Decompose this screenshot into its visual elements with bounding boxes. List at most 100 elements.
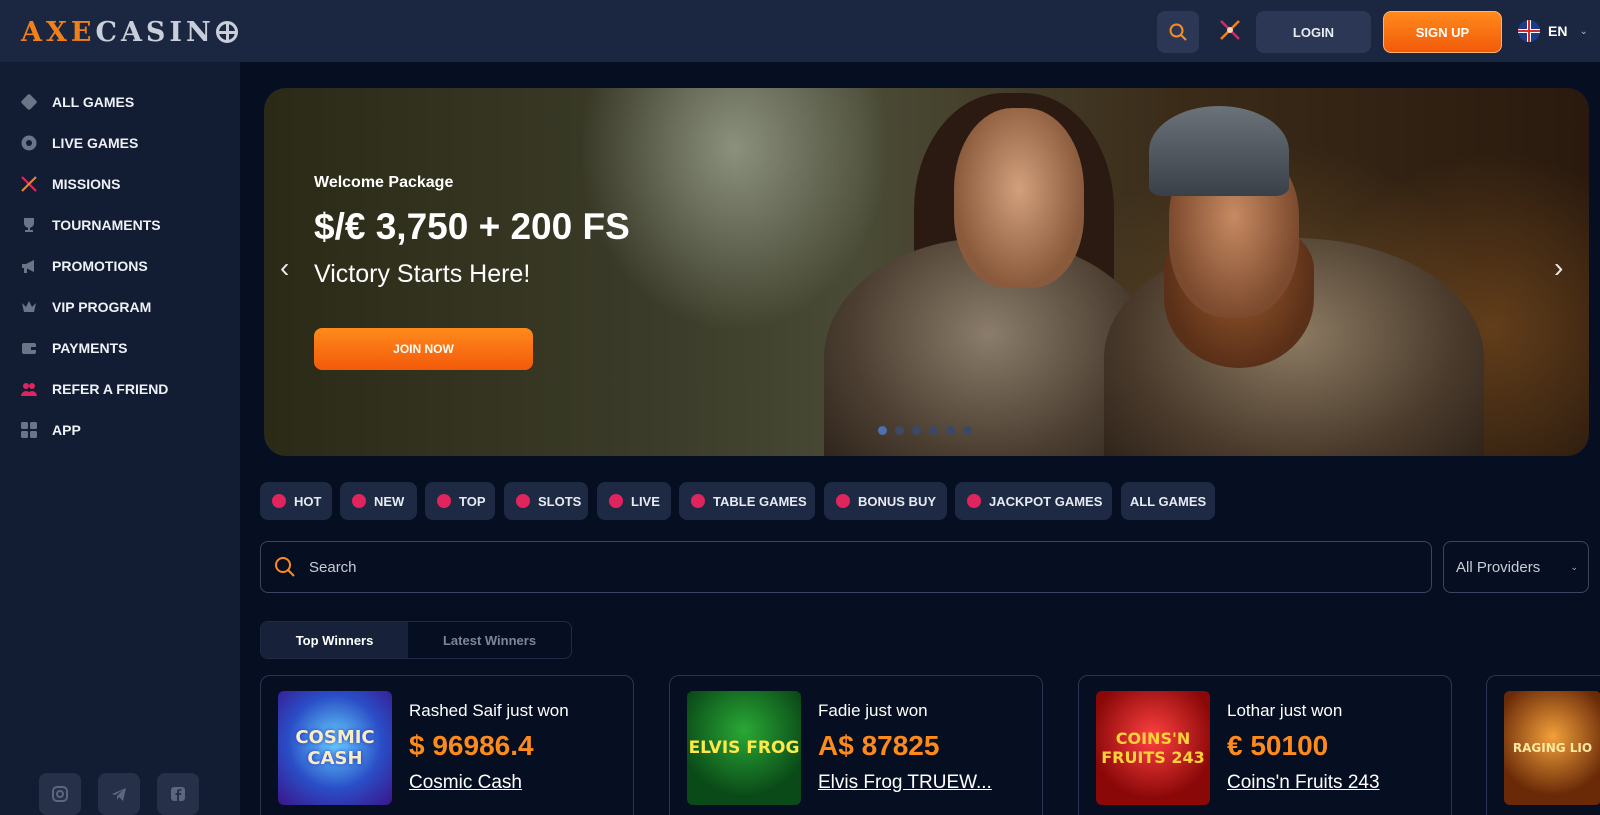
logo-cross-icon — [215, 21, 238, 43]
sidebar-item-app[interactable]: APP — [20, 418, 81, 442]
tab-label: TABLE GAMES — [713, 493, 807, 509]
search-icon — [275, 557, 295, 577]
tab-jackpot-games[interactable]: JACKPOT GAMES — [955, 482, 1112, 520]
social-facebook-button[interactable] — [157, 773, 199, 815]
winner-amount: $ 96986.4 — [409, 730, 534, 761]
carousel-dot[interactable] — [878, 426, 887, 435]
hero-banner[interactable]: Welcome Package $/€ 3,750 + 200 FS Victo… — [264, 88, 1589, 456]
winner-amount: A$ 87825 — [818, 730, 940, 761]
social-telegram-button[interactable] — [98, 773, 140, 815]
site-logo[interactable]: AXE CASIN — [21, 14, 238, 50]
sidebar: ALL GAMES LIVE GAMES MISSIONS TOURNAMENT… — [0, 62, 240, 815]
sidebar-item-refer-a-friend[interactable]: REFER A FRIEND — [20, 377, 168, 401]
winner-game-link[interactable]: Coins'n Fruits 243 — [1227, 772, 1380, 794]
logo-text-casino: CASIN — [95, 16, 215, 48]
hero-art-warrior-helmet — [1149, 106, 1289, 196]
winner-name: Fadie just won — [818, 701, 928, 720]
sidebar-item-vip-program[interactable]: VIP PROGRAM — [20, 295, 151, 319]
carousel-dot[interactable] — [929, 426, 938, 435]
sidebar-item-all-games[interactable]: ALL GAMES — [20, 90, 134, 114]
tab-top[interactable]: TOP — [425, 482, 495, 520]
carousel-dots — [878, 426, 972, 435]
sidebar-item-label: PAYMENTS — [52, 340, 128, 356]
grid-icon — [20, 421, 38, 439]
tab-label: ALL GAMES — [1129, 493, 1207, 509]
carousel-dot[interactable] — [912, 426, 921, 435]
winner-card[interactable]: ELVIS FROG Fadie just won A$ 87825 Elvis… — [669, 675, 1043, 815]
hero-art-woman-face — [954, 108, 1084, 288]
header-search-button[interactable] — [1157, 11, 1199, 53]
tab-slots[interactable]: SLOTS — [504, 482, 588, 520]
search-input[interactable] — [309, 558, 1431, 576]
carousel-dot[interactable] — [895, 426, 904, 435]
tab-all-games[interactable]: ALL GAMES — [1121, 482, 1215, 520]
users-icon — [20, 380, 38, 398]
carousel-dot[interactable] — [963, 426, 972, 435]
hero-eyebrow: Welcome Package — [314, 174, 454, 191]
winner-amount: € 50100 — [1227, 730, 1329, 761]
winner-card[interactable]: RAGING LIO — [1486, 675, 1600, 815]
game-thumbnail[interactable]: RAGING LIO — [1504, 691, 1600, 805]
roulette-icon — [20, 134, 38, 152]
carousel-prev-icon[interactable]: ‹ — [280, 252, 289, 284]
new-badge-icon — [352, 494, 366, 508]
tab-live[interactable]: LIVE — [597, 482, 671, 520]
uk-flag-icon — [1518, 20, 1540, 42]
megaphone-icon — [20, 257, 38, 275]
hero-title: $/€ 3,750 + 200 FS — [314, 206, 630, 247]
sidebar-item-label: REFER A FRIEND — [52, 381, 169, 397]
tab-top-winners[interactable]: Top Winners — [261, 622, 409, 658]
tab-new[interactable]: NEW — [340, 482, 417, 520]
dice-icon — [20, 93, 38, 111]
top-header: AXE CASIN LOGIN SIGN UP EN ⌄ — [0, 0, 1600, 62]
flame-icon — [272, 494, 286, 508]
winner-name: Rashed Saif just won — [409, 701, 569, 720]
sidebar-item-promotions[interactable]: PROMOTIONS — [20, 254, 148, 278]
tab-label: TOP — [459, 493, 486, 509]
sidebar-item-label: MISSIONS — [52, 176, 121, 192]
tab-label: BONUS BUY — [858, 493, 937, 509]
chevron-down-icon: ⌄ — [1579, 25, 1588, 37]
seven-icon — [967, 494, 981, 508]
winner-game-link[interactable]: Cosmic Cash — [409, 772, 522, 794]
login-button[interactable]: LOGIN — [1256, 11, 1371, 53]
winner-game-link[interactable]: Elvis Frog TRUEW... — [818, 772, 992, 794]
gift-icon — [836, 494, 850, 508]
join-now-button[interactable]: JOIN NOW — [314, 328, 533, 370]
winner-card[interactable]: COSMIC CASH Rashed Saif just won $ 96986… — [260, 675, 634, 815]
sidebar-item-label: VIP PROGRAM — [52, 299, 152, 315]
logo-text-axe: AXE — [21, 16, 96, 48]
social-instagram-button[interactable] — [39, 773, 81, 815]
cherry-icon — [516, 494, 530, 508]
providers-dropdown[interactable]: All Providers ⌄ — [1443, 541, 1589, 593]
game-thumbnail[interactable]: COINS'N FRUITS 243 — [1096, 691, 1210, 805]
trophy-icon — [20, 216, 38, 234]
chevron-down-icon: ⌄ — [1570, 561, 1578, 572]
tab-label: SLOTS — [538, 493, 582, 509]
language-selector[interactable]: EN ⌄ — [1518, 20, 1588, 42]
missions-header-icon[interactable] — [1218, 18, 1242, 42]
tab-latest-winners[interactable]: Latest Winners — [408, 622, 571, 658]
carousel-next-icon[interactable]: › — [1554, 252, 1563, 284]
tab-hot[interactable]: HOT — [260, 482, 332, 520]
sidebar-item-label: LIVE GAMES — [52, 135, 139, 151]
winner-card[interactable]: COINS'N FRUITS 243 Lothar just won € 501… — [1078, 675, 1452, 815]
chip-icon — [609, 494, 623, 508]
providers-selected-label: All Providers — [1456, 558, 1541, 576]
winner-name: Lothar just won — [1227, 701, 1343, 720]
game-thumbnail[interactable]: COSMIC CASH — [278, 691, 392, 805]
tab-table-games[interactable]: TABLE GAMES — [679, 482, 815, 520]
search-icon — [1169, 23, 1187, 41]
sidebar-item-live-games[interactable]: LIVE GAMES — [20, 131, 138, 155]
dice-icon — [691, 494, 705, 508]
hero-subtitle: Victory Starts Here! — [314, 260, 531, 288]
sidebar-item-tournaments[interactable]: TOURNAMENTS — [20, 213, 161, 237]
tab-bonus-buy[interactable]: BONUS BUY — [824, 482, 947, 520]
sidebar-item-missions[interactable]: MISSIONS — [20, 172, 120, 196]
crossed-swords-icon — [20, 175, 38, 193]
signup-button[interactable]: SIGN UP — [1383, 11, 1502, 53]
game-thumbnail[interactable]: ELVIS FROG — [687, 691, 801, 805]
language-label: EN — [1548, 23, 1568, 39]
sidebar-item-payments[interactable]: PAYMENTS — [20, 336, 127, 360]
carousel-dot[interactable] — [946, 426, 955, 435]
